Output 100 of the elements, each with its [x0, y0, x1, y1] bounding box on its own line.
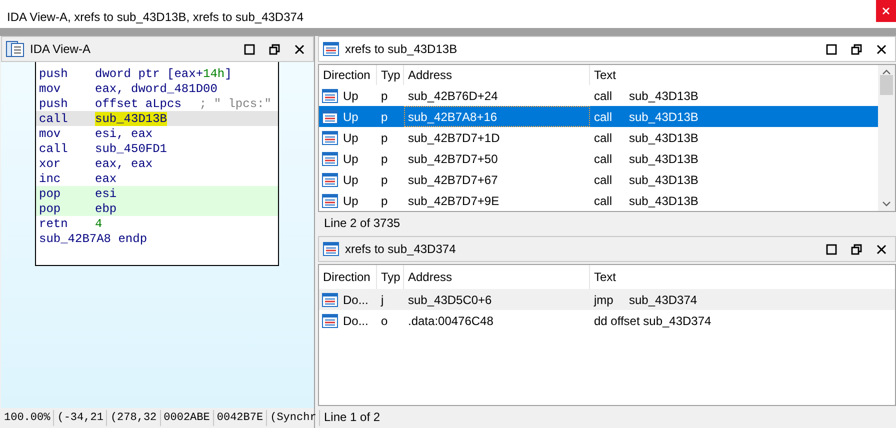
type-cell-text: p — [380, 150, 389, 168]
direction-cell-text: Do... — [343, 312, 368, 330]
status-field: (278,32 — [107, 410, 161, 426]
direction-cell-text: Up — [343, 88, 358, 104]
type-cell-text: p — [380, 88, 389, 104]
close-button[interactable] — [876, 244, 887, 254]
type-cell-text: p — [380, 192, 389, 210]
status-text: Line 2 of 3735 — [324, 215, 400, 232]
mnemonic: pop — [39, 200, 62, 218]
operands: ebp — [95, 200, 117, 218]
status-field: 0002ABE — [160, 410, 214, 426]
operands: dword ptr [eax+14h] — [95, 66, 232, 82]
list-window-icon — [322, 292, 338, 306]
address-cell: sub_42B7A8+16 — [404, 106, 590, 127]
column-header[interactable]: Text — [590, 265, 895, 289]
type-cell-text: j — [380, 292, 385, 308]
maximize-button[interactable] — [826, 244, 837, 254]
code-comment: ; " lpcs:" — [199, 96, 272, 112]
xref-row[interactable]: Up p sub_42B7D7+1D call sub_43D13B — [319, 127, 878, 148]
xref-row[interactable]: Up p sub_42B7A8+16 call sub_43D13B — [319, 106, 878, 127]
mnemonic: mov — [39, 80, 62, 98]
mnemonic: retn — [39, 216, 69, 232]
window-title: IDA View-A, xrefs to sub_43D13B, xrefs to sub_43D374 — [6, 9, 305, 26]
column-header[interactable]: Typ — [377, 65, 404, 85]
list-window-icon — [323, 42, 339, 56]
operands: eax, eax — [95, 156, 153, 172]
column-header[interactable]: Text — [590, 65, 878, 85]
mnemonic: mov — [39, 126, 62, 142]
pane-title: IDA View-A — [30, 41, 90, 58]
list-window-icon — [322, 172, 338, 186]
direction-cell-text: Up — [343, 150, 358, 168]
text-cell-text: dd offset sub_43D374 — [593, 312, 712, 330]
operands: esi — [95, 186, 117, 202]
scrollbar-thumb[interactable] — [880, 75, 893, 95]
list-window-icon — [322, 130, 338, 144]
close-button[interactable] — [294, 44, 305, 54]
xref-row[interactable]: Up p sub_42B76D+24 call sub_43D13B — [319, 85, 878, 106]
restore-button[interactable] — [851, 244, 862, 254]
maximize-button[interactable] — [826, 44, 837, 54]
text-cell-text: jmp sub_43D374 — [592, 292, 698, 308]
code-label: sub_42B7A8 endp — [39, 230, 148, 248]
status-field: (Synchr — [267, 410, 320, 426]
direction-cell-text: Do... — [343, 292, 368, 308]
xref-row[interactable]: Do... j sub_43D5C0+6 jmp sub_43D374 — [319, 289, 895, 310]
maximize-button[interactable] — [244, 44, 255, 54]
direction-cell-text: Up — [343, 130, 358, 146]
list-window-icon — [322, 110, 338, 124]
scroll-down-icon[interactable] — [882, 201, 891, 207]
direction-cell-text: Up — [343, 172, 358, 188]
xref-row[interactable]: Up p sub_42B7D7+9E call sub_43D13B — [319, 190, 878, 211]
operands: offset aLpcs — [95, 96, 182, 112]
text-cell-text: call sub_43D13B — [593, 130, 700, 146]
operands: sub_43D13B — [95, 110, 168, 128]
text-cell-text: call sub_43D13B — [593, 172, 700, 188]
type-cell-text: o — [380, 312, 389, 330]
scrollbar[interactable] — [878, 65, 895, 211]
address-cell-text: sub_42B7D7+67 — [407, 172, 499, 188]
status-field: (-34,21 — [54, 410, 108, 426]
scroll-up-icon[interactable] — [882, 69, 891, 75]
status-field: 100.00% — [1, 410, 54, 426]
restore-button[interactable] — [269, 44, 280, 54]
address-cell-text: sub_42B7D7+50 — [407, 150, 499, 168]
mnemonic: push — [39, 96, 69, 112]
pane-title: xrefs to sub_43D374 — [345, 241, 456, 258]
text-cell-text: call sub_43D13B — [593, 192, 700, 210]
operands: esi, eax — [95, 126, 153, 142]
mnemonic: call — [39, 110, 69, 128]
operands: eax — [95, 170, 117, 188]
direction-cell-text: Up — [343, 192, 358, 210]
column-header[interactable]: Direction — [319, 65, 377, 85]
address-cell-text: sub_42B7D7+9E — [407, 192, 500, 210]
document-window-icon — [6, 41, 24, 57]
operands: 4 — [95, 216, 102, 232]
direction-cell-text: Up — [343, 108, 358, 126]
mnemonic: pop — [39, 186, 62, 202]
restore-button[interactable] — [851, 44, 862, 54]
xref-row[interactable]: Up p sub_42B7D7+50 call sub_43D13B — [319, 148, 878, 169]
xref-row[interactable]: Up p sub_42B7D7+67 call sub_43D13B — [319, 169, 878, 190]
text-cell-text: call sub_43D13B — [593, 150, 700, 168]
type-cell-text: p — [380, 172, 389, 188]
column-header[interactable]: Address — [404, 65, 590, 85]
list-window-icon — [323, 242, 339, 256]
address-cell-text: sub_43D5C0+6 — [407, 292, 493, 308]
pane-title: xrefs to sub_43D13B — [345, 41, 458, 58]
list-window-icon — [322, 314, 338, 328]
status-text: Line 1 of 2 — [324, 409, 380, 426]
window-close-button[interactable] — [876, 0, 896, 22]
text-cell-text: call sub_43D13B — [593, 88, 700, 104]
text-cell-text: call sub_43D13B — [593, 108, 700, 126]
mnemonic: call — [39, 140, 69, 158]
mnemonic: push — [39, 66, 69, 82]
xref-row[interactable]: Do... o .data:00476C48 dd offset sub_43D374 — [319, 310, 895, 331]
status-field: 0042B7E — [214, 410, 268, 426]
address-cell-text: sub_42B7D7+1D — [407, 130, 501, 146]
list-window-icon — [322, 152, 338, 166]
address-cell-text: .data:00476C48 — [407, 312, 494, 330]
type-cell-text: p — [380, 108, 389, 126]
operands: eax, dword_481D00 — [95, 80, 218, 98]
list-window-icon — [322, 194, 338, 208]
close-button[interactable] — [876, 44, 887, 54]
